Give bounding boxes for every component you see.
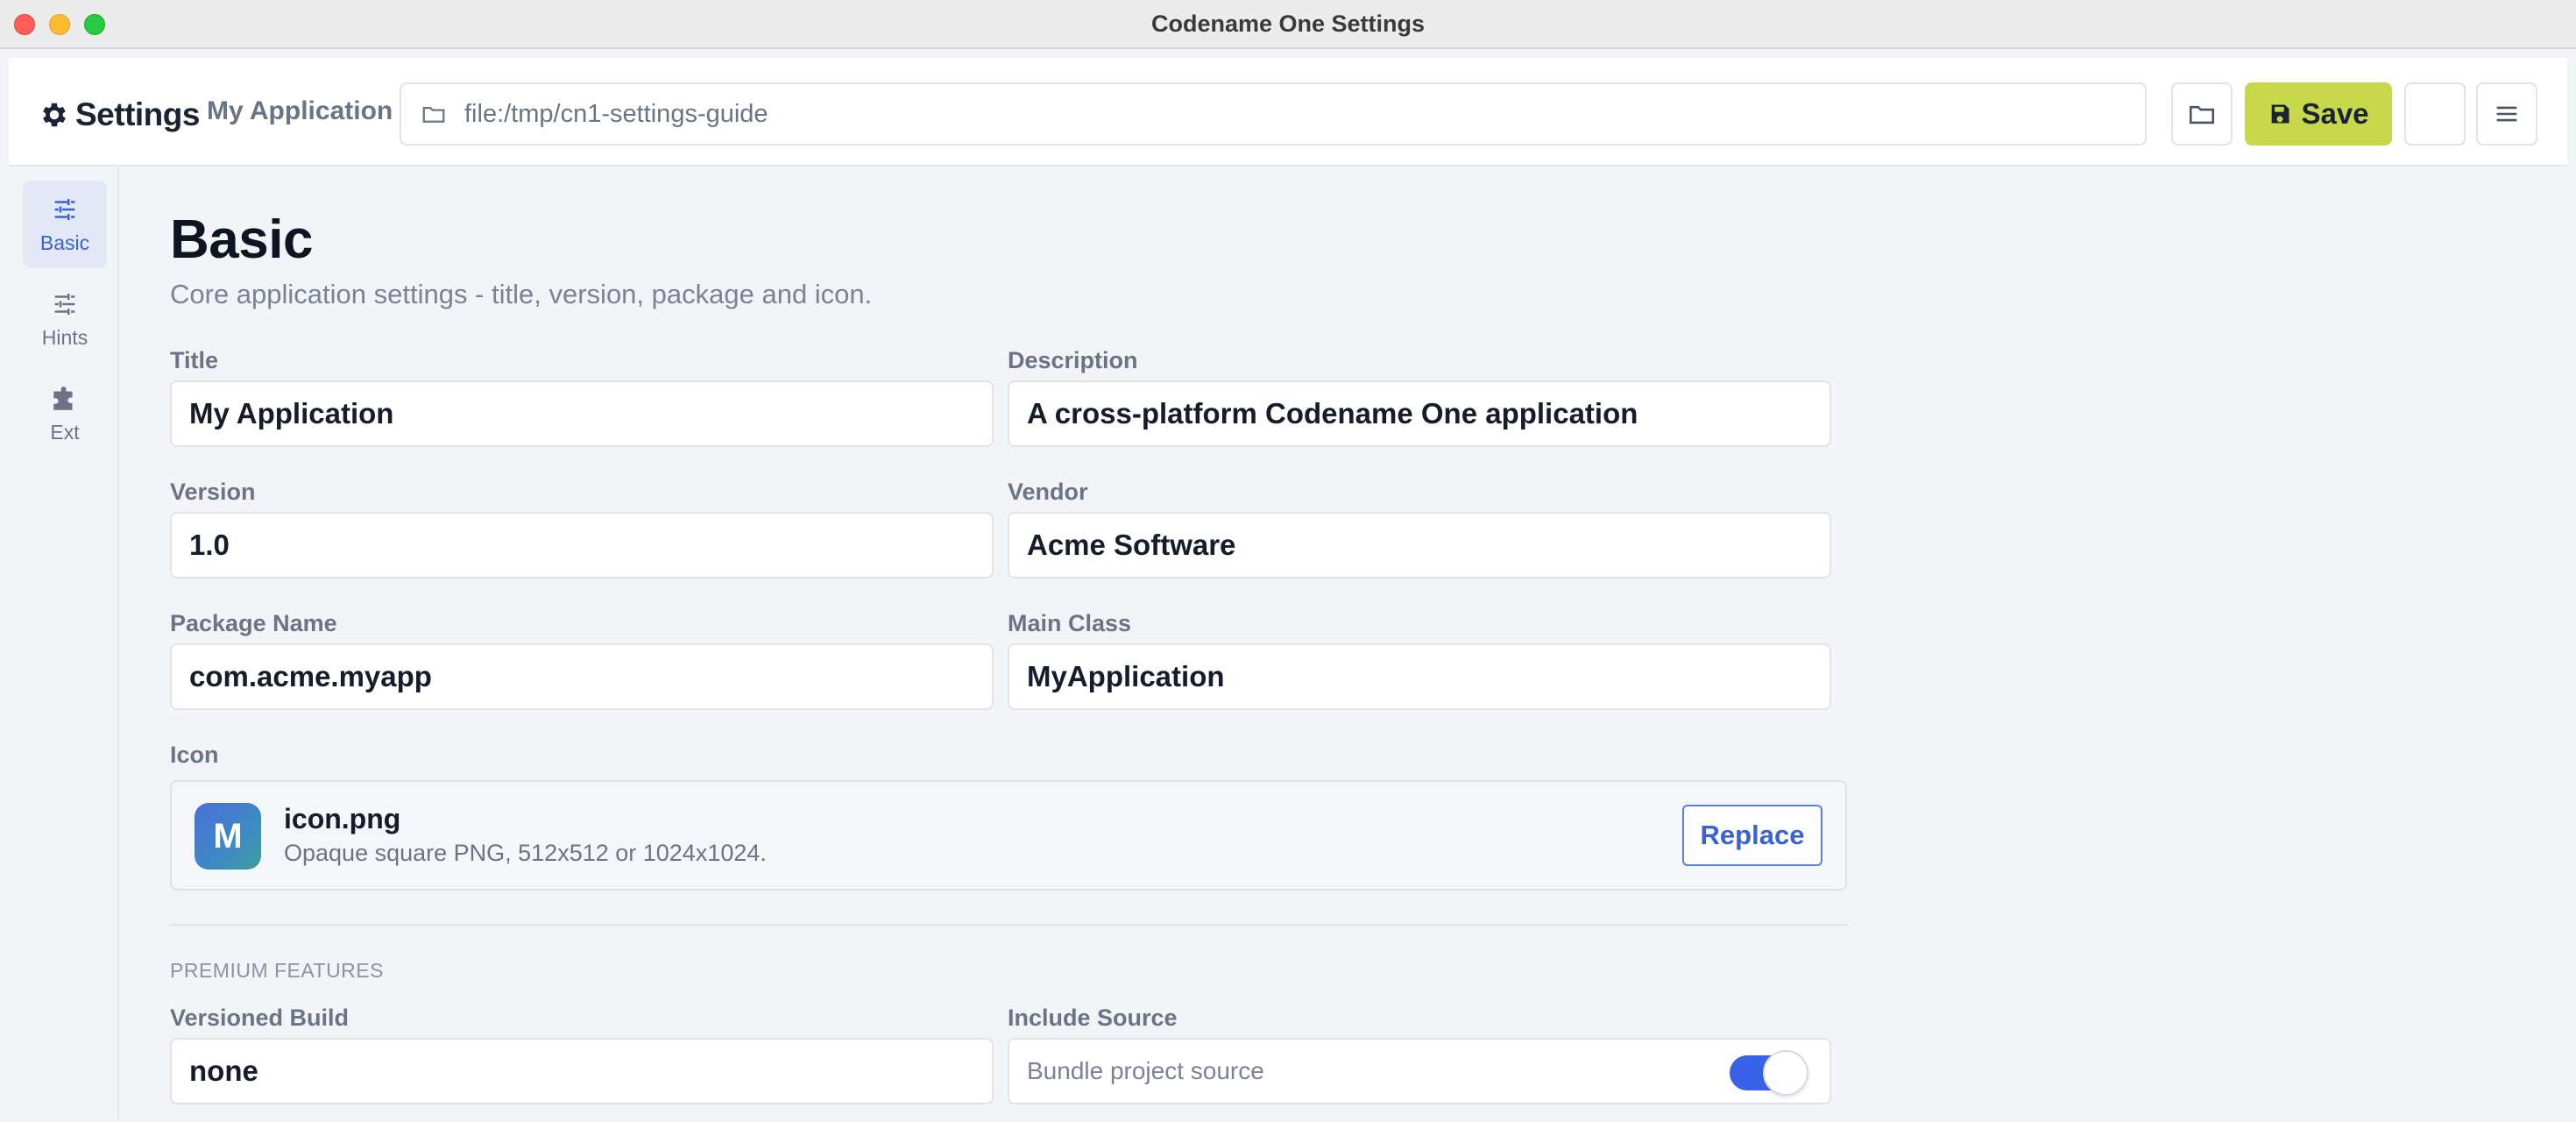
app-header: Settings My Application file:/tmp/cn1-se… xyxy=(9,58,2567,167)
puzzle-icon xyxy=(53,386,73,410)
icon-card: M icon.png Opaque square PNG, 512x512 or… xyxy=(170,780,1847,891)
brand: Settings xyxy=(39,93,200,137)
title-input[interactable]: My Application xyxy=(170,380,994,447)
title-field-group: Title My Application xyxy=(170,347,994,447)
folder-icon xyxy=(2189,105,2215,124)
icon-label: Icon xyxy=(170,742,219,768)
sidebar-item-basic[interactable]: Basic xyxy=(23,181,107,268)
sidebar-item-label: Ext xyxy=(50,420,80,444)
sliders-icon xyxy=(54,293,75,315)
package-name-field-group: Package Name com.acme.myapp xyxy=(170,610,994,710)
project-name: My Application xyxy=(207,96,393,125)
description-field-group: Description A cross-platform Codename On… xyxy=(1008,347,1831,447)
package-name-label: Package Name xyxy=(170,610,337,636)
sidebar-item-label: Basic xyxy=(39,231,90,254)
open-folder-button[interactable] xyxy=(2171,82,2233,146)
project-path-field[interactable]: file:/tmp/cn1-settings-guide xyxy=(400,82,2147,146)
main-content: Basic Core application settings - title,… xyxy=(170,167,1861,1118)
vendor-input[interactable]: Acme Software xyxy=(1008,512,1831,579)
vendor-field-group: Vendor Acme Software xyxy=(1008,479,1831,579)
save-button[interactable]: Save xyxy=(2245,82,2392,146)
sidebar-item-ext[interactable]: Ext xyxy=(23,370,107,458)
gear-icon xyxy=(43,103,66,127)
include-source-text: Bundle project source xyxy=(1027,1057,1264,1084)
theme-toggle-button[interactable] xyxy=(2404,82,2466,146)
icon-file-name: icon.png xyxy=(284,803,401,834)
description-input[interactable]: A cross-platform Codename One applicatio… xyxy=(1008,380,1831,447)
versioned-build-field-group: Versioned Build none xyxy=(170,1005,994,1104)
versioned-build-select[interactable]: none xyxy=(170,1038,994,1104)
save-icon xyxy=(2272,104,2289,124)
sliders-icon xyxy=(54,198,75,220)
sidebar-item-hints[interactable]: Hints xyxy=(23,275,107,363)
version-input[interactable]: 1.0 xyxy=(170,512,994,579)
sidebar: Basic Hints Ext xyxy=(9,167,119,1118)
window-titlebar: Codename One Settings xyxy=(0,0,2576,49)
toggle-knob xyxy=(1763,1050,1808,1096)
page-subtitle: Core application settings - title, versi… xyxy=(170,279,873,309)
title-label: Title xyxy=(170,347,219,373)
main-class-input[interactable]: MyApplication xyxy=(1008,643,1831,710)
include-source-row: Bundle project source xyxy=(1008,1038,1831,1104)
page-title: Basic xyxy=(170,209,313,270)
package-name-input[interactable]: com.acme.myapp xyxy=(170,643,994,710)
include-source-toggle[interactable] xyxy=(1730,1050,1808,1096)
icon-hint: Opaque square PNG, 512x512 or 1024x1024. xyxy=(284,840,767,866)
main-class-label: Main Class xyxy=(1008,610,1132,636)
include-source-label: Include Source xyxy=(1008,1005,1178,1031)
hamburger-icon xyxy=(2496,106,2517,122)
replace-icon-button[interactable]: Replace xyxy=(1682,805,1822,866)
description-label: Description xyxy=(1008,347,1138,373)
app-icon-preview: M xyxy=(195,803,261,870)
project-path: file:/tmp/cn1-settings-guide xyxy=(464,99,768,128)
vendor-label: Vendor xyxy=(1008,479,1088,505)
folder-icon xyxy=(422,107,445,123)
version-field-group: Version 1.0 xyxy=(170,479,994,579)
versioned-build-label: Versioned Build xyxy=(170,1005,350,1031)
moon-icon xyxy=(2424,103,2437,125)
premium-features-heading: PREMIUM FEATURES xyxy=(170,959,384,982)
menu-button[interactable] xyxy=(2476,82,2537,146)
app-frame: Settings My Application file:/tmp/cn1-se… xyxy=(9,58,2567,1118)
sidebar-item-label: Hints xyxy=(41,325,88,349)
version-label: Version xyxy=(170,479,256,505)
window-title: Codename One Settings xyxy=(1150,11,1426,37)
section-divider xyxy=(170,924,1847,926)
include-source-field-group: Include Source Bundle project source xyxy=(1008,1005,1831,1104)
brand-label: Settings xyxy=(75,96,200,132)
save-label: Save xyxy=(2301,97,2369,130)
main-class-field-group: Main Class MyApplication xyxy=(1008,610,1831,710)
